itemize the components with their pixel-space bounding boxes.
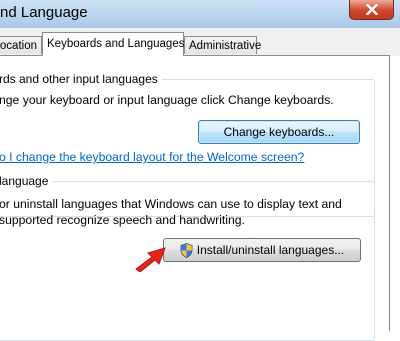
- tab-keyboards-label: Keyboards and Languages: [47, 38, 185, 50]
- tab-administrative[interactable]: Administrative: [184, 36, 261, 54]
- install-uninstall-languages-label: Install/uninstall languages...: [196, 243, 345, 257]
- title-bar: nd Language: [0, 0, 400, 29]
- display-language-group-legend: language: [0, 174, 53, 188]
- install-uninstall-languages-button[interactable]: Install/uninstall languages...: [163, 238, 361, 262]
- display-language-description-2: supported recognize speech and handwriti…: [0, 213, 245, 227]
- tab-panel: rds and other input languages nge your k…: [0, 55, 390, 341]
- close-button[interactable]: [349, 0, 394, 20]
- tab-location[interactable]: Location: [0, 36, 42, 54]
- close-icon: [365, 4, 378, 15]
- tab-administrative-label: Administrative: [189, 40, 262, 52]
- change-keyboards-button[interactable]: Change keyboards...: [198, 120, 360, 144]
- window-title: nd Language: [0, 4, 88, 21]
- uac-shield-icon: [180, 242, 193, 258]
- keyboards-description: nge your keyboard or input language clic…: [0, 93, 334, 107]
- tab-keyboards-and-languages[interactable]: Keyboards and Languages: [42, 32, 184, 56]
- welcome-screen-help-link[interactable]: o I change the keyboard layout for the W…: [0, 150, 304, 164]
- change-keyboards-label: Change keyboards...: [223, 125, 335, 139]
- red-arrow-icon: [135, 247, 166, 272]
- display-language-description-1: or uninstall languages that Windows can …: [0, 197, 342, 211]
- display-language-group: language or uninstall languages that Win…: [0, 174, 375, 341]
- tab-strip: Location Keyboards and Languages Adminis…: [0, 28, 400, 56]
- keyboards-group-legend: rds and other input languages: [0, 72, 162, 86]
- tab-location-label: Location: [0, 40, 37, 52]
